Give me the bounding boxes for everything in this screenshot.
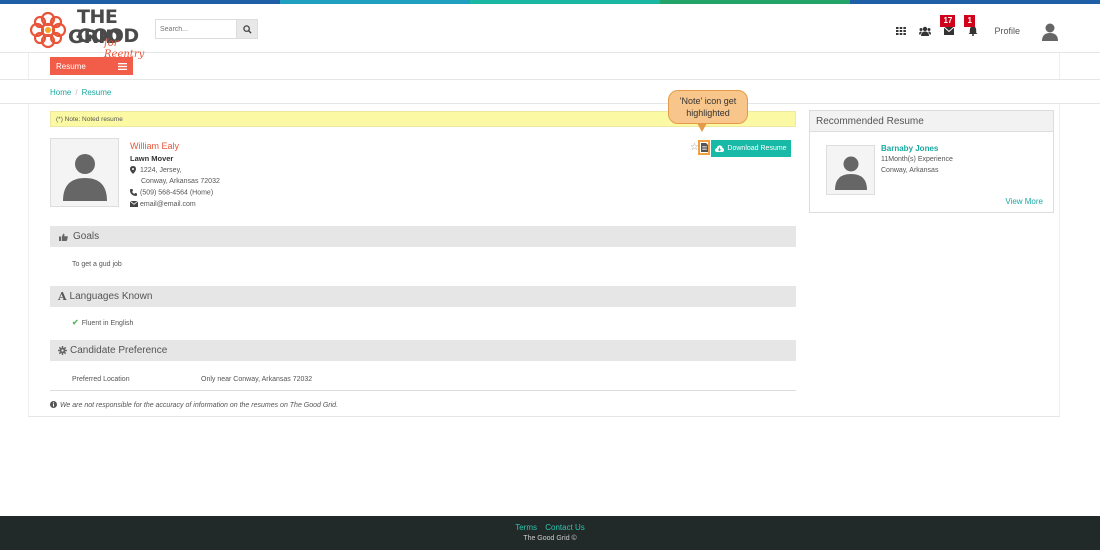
document-icon xyxy=(700,143,708,152)
notifications-button[interactable]: 1 xyxy=(964,15,980,38)
candidate-address-line2: Conway, Arkansas 72032 xyxy=(141,178,220,185)
address-line1-text: 1224, Jersey, xyxy=(140,166,182,174)
candidate-job-title: Lawn Mover xyxy=(130,154,174,163)
envelope-icon xyxy=(944,27,955,35)
info-circle-icon xyxy=(50,401,57,408)
contact-us-link[interactable]: Contact Us xyxy=(545,523,585,532)
candidate-email: email@email.com xyxy=(129,200,196,208)
phone-icon xyxy=(130,189,137,196)
recommended-experience: 11Month(s) Experience xyxy=(881,156,953,163)
note-icon[interactable] xyxy=(698,140,710,155)
user-silhouette-icon xyxy=(62,153,107,201)
font-letter-icon: A xyxy=(58,290,67,303)
notifications-count-badge: 1 xyxy=(964,15,975,27)
recommended-resume-card: Recommended Resume Barnaby Jones 11Month… xyxy=(809,110,1054,213)
checkmark-icon: ✔ xyxy=(72,318,79,327)
flower-logo-icon xyxy=(29,11,67,49)
recommended-name[interactable]: Barnaby Jones xyxy=(881,144,938,153)
view-more-link[interactable]: View More xyxy=(1005,197,1043,206)
envelope-icon xyxy=(129,200,139,208)
top-header: THE GOOD GRID for Reentry 17 1 Profile xyxy=(0,4,1100,60)
recommended-photo xyxy=(826,145,875,195)
breadcrumb-home-link[interactable]: Home xyxy=(50,88,71,97)
messages-count-badge: 17 xyxy=(940,15,956,27)
email-text[interactable]: email@email.com xyxy=(140,201,196,208)
gear-icon xyxy=(58,346,67,355)
languages-section-header: A Languages Known xyxy=(50,286,796,307)
preference-section-header: Candidate Preference xyxy=(50,340,796,361)
terms-link[interactable]: Terms xyxy=(515,523,537,532)
preference-title: Candidate Preference xyxy=(70,345,168,356)
recommended-location: Conway, Arkansas xyxy=(881,167,939,174)
annotation-callout: 'Note' icon get highlighted xyxy=(668,90,748,132)
languages-title: Languages Known xyxy=(69,291,153,302)
footer-links: Terms Contact Us xyxy=(0,523,1100,532)
goals-text: To get a gud job xyxy=(72,261,122,268)
language-item-text: Fluent in English xyxy=(81,320,134,327)
download-resume-label: Download Resume xyxy=(727,145,787,152)
candidate-photo xyxy=(50,138,119,207)
thumbs-up-icon xyxy=(59,233,68,241)
content-divider xyxy=(50,390,796,391)
resume-menu-label: Resume xyxy=(56,61,86,71)
users-button[interactable] xyxy=(918,24,932,38)
disclaimer-text: We are not responsible for the accuracy … xyxy=(59,402,339,409)
breadcrumb-separator: / xyxy=(75,88,78,97)
hamburger-icon xyxy=(118,62,127,70)
profile-link[interactable]: Profile xyxy=(994,26,1020,36)
goals-section-header: Goals xyxy=(50,226,796,247)
cloud-download-icon xyxy=(715,145,725,152)
search-box xyxy=(155,19,258,39)
candidate-phone: (509) 568-4564 (Home) xyxy=(130,189,213,196)
recommended-title: Recommended Resume xyxy=(810,111,1053,132)
preferred-location-label: Preferred Location xyxy=(72,376,130,383)
search-button[interactable] xyxy=(236,20,257,38)
map-marker-icon xyxy=(130,166,136,174)
site-logo[interactable]: THE GOOD GRID for Reentry xyxy=(28,8,153,60)
download-resume-button[interactable]: Download Resume xyxy=(711,140,791,157)
header-actions: 17 1 Profile xyxy=(894,15,1060,46)
breadcrumb-bar: Home / Resume xyxy=(0,80,1100,104)
user-silhouette-icon xyxy=(834,156,867,190)
goals-title: Goals xyxy=(73,231,100,242)
breadcrumb: Home / Resume xyxy=(50,88,111,97)
avatar[interactable] xyxy=(1040,21,1060,41)
search-icon xyxy=(242,24,252,34)
breadcrumb-current[interactable]: Resume xyxy=(82,88,112,97)
copyright: The Good Grid © xyxy=(523,535,577,542)
candidate-name[interactable]: William Ealy xyxy=(130,141,179,151)
grid-icon xyxy=(896,27,907,35)
section-nav-bar: Resume xyxy=(0,53,1100,80)
footer: Terms Contact Us The Good Grid © xyxy=(0,516,1100,550)
resume-menu-button[interactable]: Resume xyxy=(50,57,133,75)
search-input[interactable] xyxy=(156,20,236,38)
preferred-location-value: Only near Conway, Arkansas 72032 xyxy=(201,376,313,383)
nav-frame xyxy=(28,53,1060,79)
language-item: ✔ Fluent in English xyxy=(72,318,133,327)
phone-text: (509) 568-4564 (Home) xyxy=(140,189,214,197)
candidate-address-line1: 1224, Jersey, xyxy=(130,166,182,174)
bell-icon xyxy=(968,26,978,36)
users-icon xyxy=(919,26,932,36)
messages-button[interactable]: 17 xyxy=(940,15,956,38)
disclaimer: We are not responsible for the accuracy … xyxy=(50,401,338,409)
apps-grid-button[interactable] xyxy=(894,24,908,38)
